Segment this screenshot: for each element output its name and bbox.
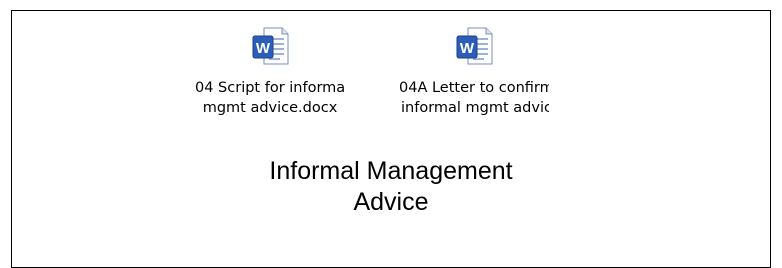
file-item-script[interactable]: W 04 Script for informal mgmt advice.doc…: [195, 26, 345, 118]
svg-text:W: W: [460, 40, 475, 57]
word-document-icon: W: [252, 27, 289, 65]
file-name-line1: 04A Letter to confirm: [399, 80, 549, 96]
file-name-line2: informal mgmt advice.: [401, 100, 549, 116]
file-name-label: 04 Script for informal mgmt advice.docx: [195, 78, 345, 118]
file-name-line2: mgmt advice.docx: [202, 100, 338, 116]
word-document-icon: W: [456, 27, 493, 65]
section-caption: Informal Management Advice: [12, 156, 770, 218]
svg-text:W: W: [256, 40, 271, 57]
file-item-letter[interactable]: W 04A Letter to confirm informal mgmt ad…: [399, 26, 549, 118]
file-name-label: 04A Letter to confirm informal mgmt advi…: [399, 78, 549, 118]
caption-line2: Advice: [353, 188, 429, 216]
embedded-content-frame: W 04 Script for informal mgmt advice.doc…: [11, 10, 771, 268]
caption-line1: Informal Management: [269, 157, 513, 185]
file-name-line1: 04 Script for informal: [195, 80, 345, 96]
